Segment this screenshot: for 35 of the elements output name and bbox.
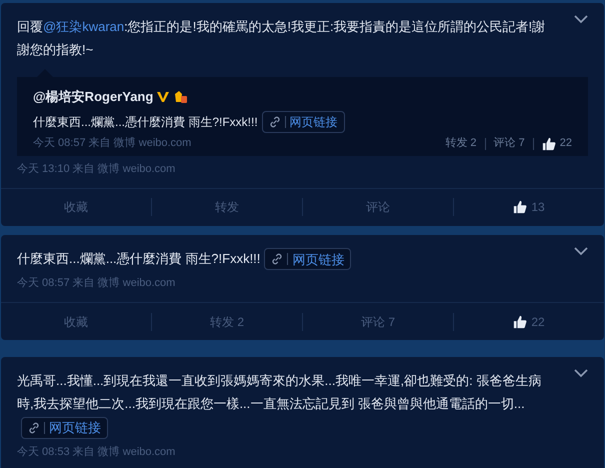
like-button[interactable]: 22	[542, 135, 572, 152]
like-button[interactable]: 22	[513, 312, 545, 331]
thumbs-up-icon	[513, 314, 528, 329]
link-icon	[28, 422, 40, 434]
repost-button[interactable]: 转发 2	[210, 312, 244, 331]
web-link[interactable]: 网页链接	[262, 111, 345, 134]
repost-link[interactable]: 转发 2	[445, 135, 477, 152]
dropdown-chevron-icon[interactable]	[574, 369, 588, 378]
dropdown-chevron-icon[interactable]	[574, 15, 588, 24]
thumbs-up-icon	[542, 136, 556, 151]
repost-text: 什麼東西...爛黨...憑什麼消費 雨生?!Fxxk!!! 网页链接	[33, 110, 572, 134]
comment-link[interactable]: 评论 7	[494, 135, 525, 152]
link-icon	[268, 116, 281, 128]
post-meta: 今天 08:53 来自 微博 weibo.com	[17, 444, 176, 460]
web-link[interactable]: 网页链接	[21, 416, 108, 439]
author-name[interactable]: @楊培安RogerYang	[33, 87, 154, 106]
like-button[interactable]: 13	[513, 198, 545, 216]
post-meta: 今天 08:57 来自 微博 weibo.com	[17, 276, 176, 292]
post-text: 光禹哥...我懂...到現在我還一直收到張媽媽寄來的水果...我唯一幸運,卻也難受的: 張爸爸生病時,我去探望他二次...我到現在跟您一樣...一直無法忘記見到 張爸與曾與他通電話的一切... 网页链接	[17, 369, 548, 439]
post-text: 回覆@狂染kwaran:您指正的是!我的確罵的太急!我更正:我要指責的是這位所謂的公民記者!謝謝您的指教!~	[17, 18, 546, 59]
verified-v-icon	[157, 90, 170, 103]
post-meta: 今天 13:10 来自 微博 weibo.com	[17, 162, 176, 177]
badge-icon	[173, 90, 188, 104]
thumbs-up-icon	[513, 200, 528, 214]
web-link[interactable]: 网页链接	[264, 248, 352, 270]
favorite-button[interactable]: 收藏	[64, 312, 88, 331]
comment-button[interactable]: 评论 7	[360, 312, 395, 331]
comment-button[interactable]: 评论	[366, 198, 390, 216]
post-meta: 今天 08:57 来自 微博 weibo.com	[33, 136, 192, 152]
link-icon	[271, 253, 284, 266]
dropdown-chevron-icon[interactable]	[574, 246, 588, 256]
mention-link[interactable]: @狂染kwaran	[43, 19, 124, 34]
repost-button[interactable]: 转发	[215, 198, 239, 216]
favorite-button[interactable]: 收藏	[64, 198, 88, 216]
post-text: 什麼東西...爛黨...憑什麼消費 雨生?!Fxxk!!! 网页链接	[17, 246, 548, 270]
